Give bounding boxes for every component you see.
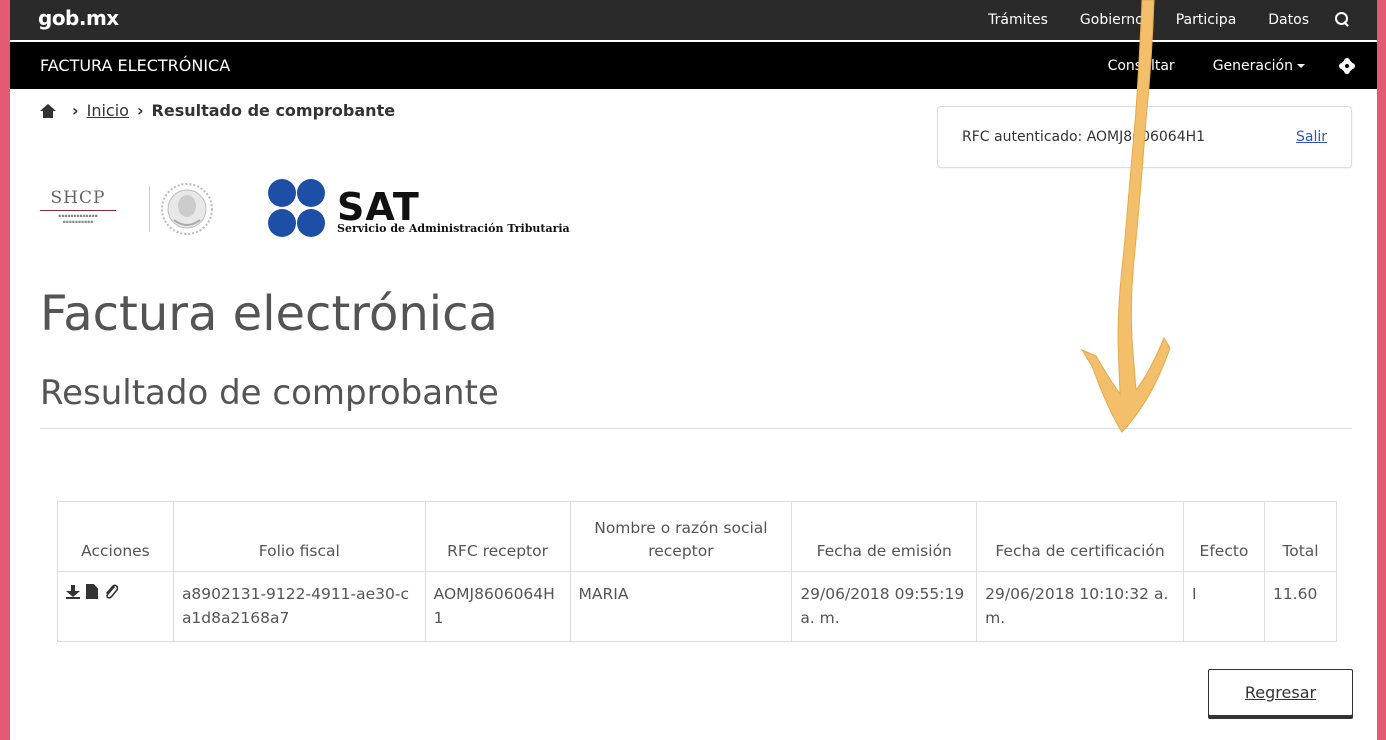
search-icon[interactable] bbox=[1335, 12, 1351, 28]
shcp-logo-rule bbox=[40, 210, 116, 211]
cell-folio: a8902131-9122-4911-ae30-ca1d8a2168a7 bbox=[172, 571, 426, 642]
cell-efecto: I bbox=[1182, 571, 1265, 642]
divider bbox=[40, 428, 1352, 429]
sat-subtitle: Servicio de Administración Tributaria bbox=[337, 222, 570, 235]
table-row: a8902131-9122-4911-ae30-ca1d8a2168a7 AOM… bbox=[57, 571, 1338, 642]
nav-consultar[interactable]: Consultar bbox=[1108, 58, 1175, 74]
breadcrumb-home-link[interactable]: Inicio bbox=[87, 101, 129, 120]
results-table: Acciones Folio fiscal RFC receptor Nombr… bbox=[57, 501, 1338, 642]
rfc-authenticated: RFC autenticado: AOMJ8606064H1 bbox=[962, 129, 1206, 145]
breadcrumb-separator: › bbox=[136, 101, 144, 120]
logout-link[interactable]: Salir bbox=[1296, 129, 1327, 145]
sat-circles-icon bbox=[268, 179, 325, 237]
page-title: Factura electrónica bbox=[40, 286, 498, 342]
section-title[interactable]: FACTURA ELECTRÓNICA bbox=[40, 56, 230, 75]
auth-box: RFC autenticado: AOMJ8606064H1 Salir bbox=[937, 106, 1352, 168]
cell-fecha-certificacion: 29/06/2018 10:10:32 a. m. bbox=[976, 571, 1184, 642]
nav-generacion[interactable]: Generación bbox=[1213, 58, 1305, 74]
nav-gobierno[interactable]: Gobierno bbox=[1080, 12, 1144, 28]
col-folio: Folio fiscal bbox=[172, 501, 426, 572]
file-icon[interactable] bbox=[86, 584, 98, 599]
gob-nav: Trámites Gobierno Participa Datos bbox=[956, 0, 1351, 40]
coat-of-arms-icon bbox=[161, 183, 213, 235]
breadcrumb: › Inicio › Resultado de comprobante bbox=[40, 101, 395, 120]
shcp-logo: SHCP ▪▪▪▪▪▪▪▪▪▪▪▪▪ ▪▪▪▪▪▪▪▪▪▪ bbox=[40, 188, 116, 226]
logo-divider bbox=[149, 186, 150, 232]
sat-logo: SAT Servicio de Administración Tributari… bbox=[265, 178, 605, 240]
breadcrumb-separator: › bbox=[72, 101, 79, 120]
shcp-logo-fineprint: ▪▪▪▪▪▪▪▪▪▪▪▪▪ ▪▪▪▪▪▪▪▪▪▪ bbox=[58, 214, 98, 225]
section-nav: Consultar Generación bbox=[1070, 42, 1355, 89]
table-header-row: Acciones Folio fiscal RFC receptor Nombr… bbox=[57, 501, 1338, 572]
col-fecha-emision: Fecha de emisión bbox=[791, 501, 978, 572]
col-nombre: Nombre o razón social receptor bbox=[569, 501, 793, 572]
nav-tramites[interactable]: Trámites bbox=[988, 12, 1048, 28]
col-efecto: Efecto bbox=[1182, 501, 1265, 572]
col-total: Total bbox=[1263, 501, 1338, 572]
nav-generacion-label: Generación bbox=[1212, 57, 1293, 74]
chevron-down-icon bbox=[1297, 63, 1305, 68]
nav-participa[interactable]: Participa bbox=[1176, 12, 1237, 28]
col-rfc: RFC receptor bbox=[424, 501, 571, 572]
sat-wordmark: SAT bbox=[337, 185, 420, 229]
cell-fecha-emision: 29/06/2018 09:55:19 a. m. bbox=[791, 571, 978, 642]
download-icon[interactable] bbox=[66, 584, 80, 599]
col-acciones: Acciones bbox=[57, 501, 174, 572]
home-icon[interactable] bbox=[40, 103, 56, 118]
cell-actions bbox=[57, 571, 174, 642]
gob-header: gob.mx Trámites Gobierno Participa Datos bbox=[10, 0, 1377, 40]
nav-datos[interactable]: Datos bbox=[1268, 12, 1309, 28]
cell-total: 11.60 bbox=[1263, 571, 1338, 642]
row-actions bbox=[66, 582, 165, 599]
section-header: FACTURA ELECTRÓNICA Consultar Generación bbox=[10, 42, 1377, 89]
back-button[interactable]: Regresar bbox=[1208, 669, 1353, 716]
page-subtitle: Resultado de comprobante bbox=[40, 373, 499, 413]
breadcrumb-current: Resultado de comprobante bbox=[151, 101, 396, 120]
cell-nombre: MARIA bbox=[569, 571, 793, 642]
col-fecha-certificacion: Fecha de certificación bbox=[976, 501, 1184, 572]
gob-logo[interactable]: gob.mx bbox=[38, 6, 119, 30]
paperclip-icon[interactable] bbox=[104, 584, 118, 599]
page: gob.mx Trámites Gobierno Participa Datos… bbox=[10, 0, 1377, 740]
cell-rfc: AOMJ8606064H1 bbox=[424, 571, 571, 642]
gear-icon[interactable] bbox=[1339, 58, 1355, 74]
shcp-logo-text: SHCP bbox=[50, 188, 106, 208]
